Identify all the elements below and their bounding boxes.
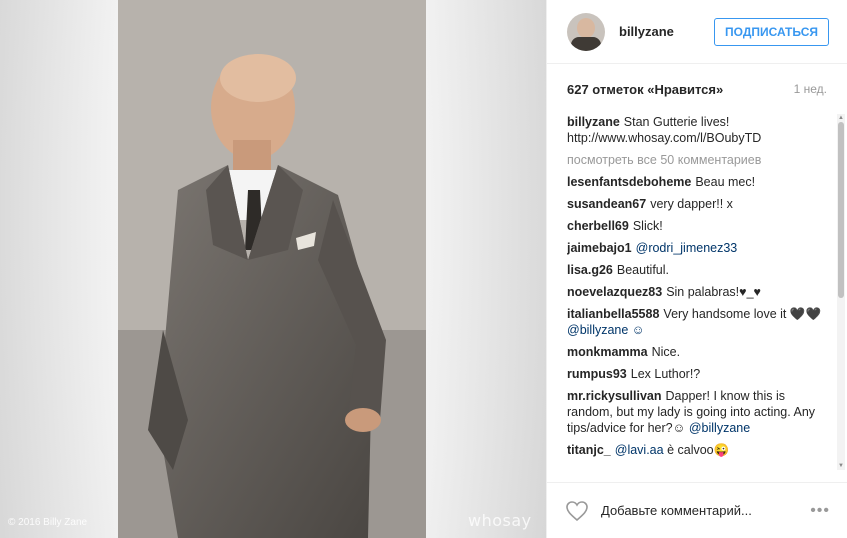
comment: noevelazquez83 Sin palabras!♥_♥ <box>567 284 825 300</box>
scroll-up-arrow-icon[interactable]: ▲ <box>837 114 845 122</box>
view-all-comments-link[interactable]: посмотреть все 50 комментариев <box>567 152 825 168</box>
caption-username[interactable]: billyzane <box>567 115 620 129</box>
comment-mention[interactable]: @billyzane ☺ <box>567 323 645 337</box>
comment-username[interactable]: lesenfantsdeboheme <box>567 175 691 189</box>
comment-username[interactable]: rumpus93 <box>567 367 627 381</box>
comment: italianbella5588 Very handsome love it 🖤🖤… <box>567 306 825 338</box>
comment: mr.rickysullivan Dapper! I know this is r… <box>567 388 825 436</box>
comment-mention[interactable]: @lavi.aa <box>615 443 664 457</box>
photo-copyright: © 2016 Billy Zane <box>8 517 88 528</box>
avatar[interactable] <box>567 12 605 51</box>
photo-blur-left <box>0 0 118 538</box>
post-header: billyzane ПОДПИСАТЬСЯ <box>547 0 847 64</box>
follow-button[interactable]: ПОДПИСАТЬСЯ <box>714 17 829 46</box>
comment-text: very dapper!! x <box>650 197 733 211</box>
comment: lisa.g26 Beautiful. <box>567 262 825 278</box>
photo-blur-right <box>426 0 546 538</box>
comment-text: Very handsome love it 🖤🖤 <box>663 307 822 321</box>
heart-icon[interactable] <box>565 500 589 522</box>
comment-username[interactable]: jaimebajo1 <box>567 241 632 255</box>
comment-text: è calvoo😜 <box>667 443 730 457</box>
post-view: © 2016 Billy Zane whosay billyzane ПОДПИ… <box>0 0 847 538</box>
comment-text: Sin palabras!♥_♥ <box>666 285 761 299</box>
more-options-icon[interactable]: ••• <box>810 502 830 520</box>
comment-text: Nice. <box>651 345 681 359</box>
comment: cherbell69 Slick! <box>567 218 825 234</box>
whosay-watermark: whosay <box>468 511 532 530</box>
comment-username[interactable]: cherbell69 <box>567 219 629 233</box>
comment: lesenfantsdeboheme Beau mec! <box>567 174 825 190</box>
comment-text: Slick! <box>632 219 663 233</box>
post-meta: 627 отметок «Нравится» 1 нед. <box>547 64 847 114</box>
comment-username[interactable]: noevelazquez83 <box>567 285 662 299</box>
scroll-down-arrow-icon[interactable]: ▼ <box>837 462 845 470</box>
post-photo[interactable] <box>118 0 426 538</box>
header-username[interactable]: billyzane <box>619 24 714 39</box>
comments-list: billyzane Stan Gutterie lives! http://www… <box>567 114 825 468</box>
comment-text: Lex Luthor!? <box>630 367 701 381</box>
comment: titanjc_ @lavi.aa è calvoo😜 <box>567 442 825 458</box>
photo-area: © 2016 Billy Zane whosay <box>0 0 546 538</box>
comment: rumpus93 Lex Luthor!? <box>567 366 825 382</box>
comments-scrollbar[interactable]: ▲ ▼ <box>837 114 845 470</box>
comment-username[interactable]: italianbella5588 <box>567 307 659 321</box>
post-time[interactable]: 1 нед. <box>794 82 827 96</box>
comment-mention[interactable]: @billyzane <box>689 421 750 435</box>
comment: susandean67 very dapper!! x <box>567 196 825 212</box>
likes-count[interactable]: 627 отметок «Нравится» <box>567 82 794 97</box>
comment-mention[interactable]: @rodri_jimenez33 <box>636 241 738 255</box>
comment-username[interactable]: mr.rickysullivan <box>567 389 662 403</box>
comment-bar: Добавьте комментарий... ••• <box>547 482 847 538</box>
comment-text: Beau mec! <box>695 175 756 189</box>
comment-text: Beautiful. <box>616 263 669 277</box>
comment-username[interactable]: lisa.g26 <box>567 263 613 277</box>
post-side-panel: billyzane ПОДПИСАТЬСЯ 627 отметок «Нрави… <box>546 0 847 538</box>
avatar-body <box>571 36 601 51</box>
add-comment-input[interactable]: Добавьте комментарий... <box>601 503 810 518</box>
avatar-head <box>577 17 595 38</box>
photo-illustration <box>118 0 426 538</box>
scrollbar-thumb[interactable] <box>838 122 844 298</box>
comment-username[interactable]: susandean67 <box>567 197 646 211</box>
comment-username[interactable]: titanjc_ <box>567 443 611 457</box>
comment: jaimebajo1 @rodri_jimenez33 <box>567 240 825 256</box>
comment-username[interactable]: monkmamma <box>567 345 648 359</box>
comment: monkmamma Nice. <box>567 344 825 360</box>
caption: billyzane Stan Gutterie lives! http://www… <box>567 114 825 146</box>
